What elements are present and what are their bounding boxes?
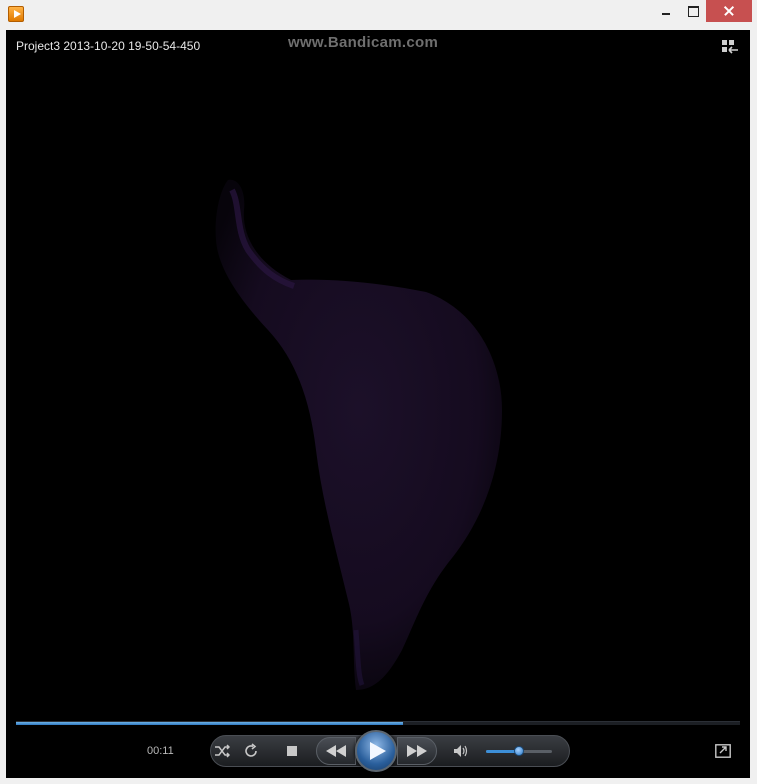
title-bar [0, 0, 757, 28]
repeat-icon[interactable] [241, 742, 261, 760]
video-frame [215, 179, 502, 690]
fullscreen-icon[interactable] [715, 744, 731, 758]
play-icon[interactable] [355, 730, 397, 772]
video-player[interactable]: Project3 2013-10-20 19-50-54-450 www.Ban… [6, 30, 750, 778]
next-icon[interactable] [397, 737, 437, 765]
recording-watermark: www.Bandicam.com [288, 34, 439, 51]
media-player-icon[interactable] [8, 6, 24, 22]
volume-icon[interactable] [452, 742, 470, 760]
switch-to-library-icon[interactable] [721, 39, 739, 55]
previous-icon[interactable] [316, 737, 356, 765]
minimize-button[interactable] [653, 0, 679, 22]
stop-icon[interactable] [285, 744, 299, 758]
shuffle-icon[interactable] [212, 742, 232, 760]
video-title: Project3 2013-10-20 19-50-54-450 [16, 39, 201, 53]
volume-knob[interactable] [514, 746, 524, 756]
volume-slider[interactable] [486, 746, 552, 756]
close-button[interactable] [706, 0, 752, 22]
maximize-button[interactable] [680, 0, 706, 22]
elapsed-time: 00:11 [147, 745, 174, 757]
seek-bar[interactable] [16, 721, 740, 725]
seek-progress [16, 722, 404, 725]
